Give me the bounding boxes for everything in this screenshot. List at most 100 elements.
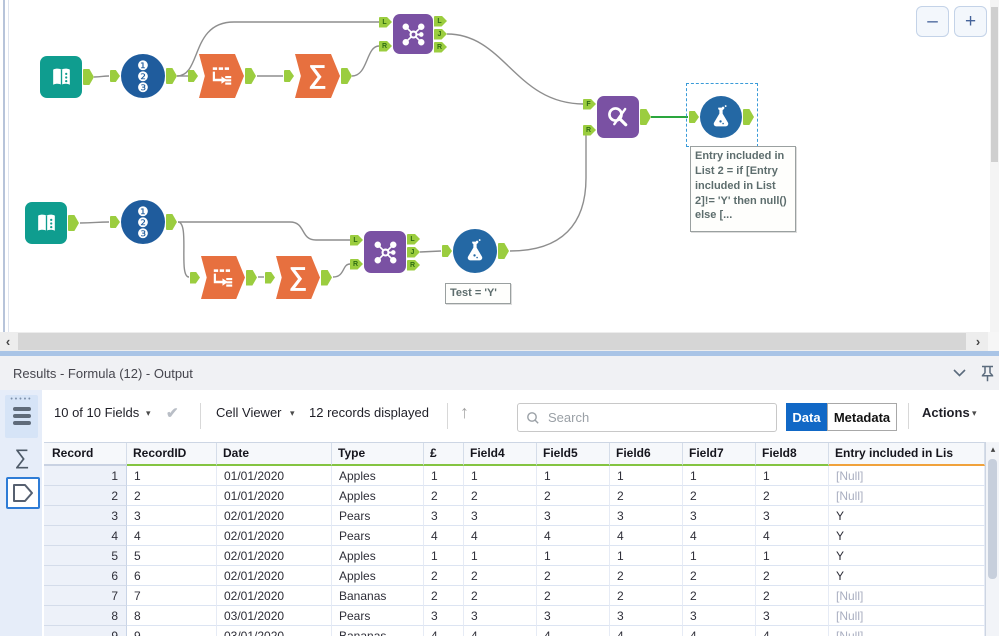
collapse-chevron-icon[interactable] xyxy=(950,364,968,382)
cell-pound: 3 xyxy=(424,506,464,526)
tool-record-id-1[interactable]: ❶❷❸ xyxy=(121,54,165,98)
table-header-row: Record RecordID Date Type £ Field4 Field5 Field… xyxy=(44,442,985,466)
column-header-type[interactable]: Type xyxy=(332,443,424,466)
cell-entry: [Null] xyxy=(829,466,985,486)
cell-field6: 2 xyxy=(610,566,683,586)
tool-formula-test[interactable] xyxy=(453,229,497,273)
cell-field8: 1 xyxy=(756,466,829,486)
scroll-left-arrow[interactable]: ‹ xyxy=(0,332,16,351)
connection-wire xyxy=(446,33,585,105)
caret-down-icon[interactable]: ▾ xyxy=(290,408,295,419)
canvas-horizontal-scrollbar[interactable]: ‹ › xyxy=(0,332,999,351)
workflow-canvas[interactable]: ❶ ❷ ❸ ∑ L R L J R F R ❶ ❷ ❸ ∑ L R L J R Entry included in L… xyxy=(0,0,999,332)
table-row[interactable]: 2 2 01/01/2020 Apples 2 2 2 2 2 2 [Null] xyxy=(44,486,985,506)
annotation-test[interactable]: Test = 'Y' xyxy=(445,283,511,304)
table-row[interactable]: 4 4 02/01/2020 Pears 4 4 4 4 4 4 Y xyxy=(44,526,985,546)
cell-type: Bananas xyxy=(332,626,424,636)
canvas-vertical-scrollbar[interactable] xyxy=(990,0,999,332)
flask-icon xyxy=(713,105,729,127)
cell-entry: Y xyxy=(829,506,985,526)
search-icon xyxy=(527,411,539,424)
column-header-field5[interactable]: Field5 xyxy=(537,443,610,466)
cell-field7: 1 xyxy=(683,546,756,566)
tool-summarize-2[interactable]: ∑ xyxy=(276,256,320,299)
search-input[interactable] xyxy=(546,409,776,426)
cell-entry: Y xyxy=(829,566,985,586)
column-header-date[interactable]: Date xyxy=(217,443,332,466)
table-row[interactable]: 3 3 02/01/2020 Pears 3 3 3 3 3 3 Y xyxy=(44,506,985,526)
output-anchor-button-selected[interactable] xyxy=(6,477,40,509)
cell-field4: 1 xyxy=(464,466,537,486)
tab-data[interactable]: Data xyxy=(786,403,827,431)
cell-type: Pears xyxy=(332,526,424,546)
column-header-entry[interactable]: Entry included in Lis xyxy=(829,443,985,466)
cell-field8: 2 xyxy=(756,566,829,586)
column-header-record[interactable]: Record xyxy=(44,443,127,466)
cell-pound: 2 xyxy=(424,486,464,506)
scrollbar-thumb[interactable] xyxy=(988,459,997,579)
column-header-recordid[interactable]: RecordID xyxy=(127,443,217,466)
tool-input-data-2[interactable] xyxy=(25,202,67,244)
cell-date: 03/01/2020 xyxy=(217,626,332,636)
cell-field5: 4 xyxy=(537,526,610,546)
up-arrow-icon[interactable]: ↑ xyxy=(460,402,469,423)
cell-field7: 2 xyxy=(683,586,756,606)
tool-join-1[interactable] xyxy=(393,14,433,54)
column-header-field7[interactable]: Field7 xyxy=(683,443,756,466)
table-vertical-scrollbar[interactable]: ▴ xyxy=(985,442,999,636)
config-layout-button[interactable]: ••••• xyxy=(5,395,38,438)
cell-recordid: 6 xyxy=(127,566,217,586)
cell-field6: 2 xyxy=(610,586,683,606)
scrollbar-thumb[interactable] xyxy=(18,333,966,350)
caret-down-icon[interactable]: ▾ xyxy=(972,408,977,419)
tool-join-2[interactable] xyxy=(364,231,406,273)
tool-transpose-2[interactable] xyxy=(201,256,245,299)
cell-type: Bananas xyxy=(332,586,424,606)
table-row[interactable]: 1 1 01/01/2020 Apples 1 1 1 1 1 1 [Null] xyxy=(44,466,985,486)
actions-dropdown[interactable]: Actions xyxy=(922,405,970,420)
caret-down-icon[interactable]: ▾ xyxy=(146,408,151,419)
cell-field5: 1 xyxy=(537,466,610,486)
apply-check-icon[interactable]: ✔ xyxy=(166,404,179,422)
results-left-rail: ••••• ∑ xyxy=(0,390,44,636)
cell-record: 7 xyxy=(44,586,127,606)
cell-field8: 3 xyxy=(756,606,829,626)
column-header-field6[interactable]: Field6 xyxy=(610,443,683,466)
cell-type: Apples xyxy=(332,486,424,506)
results-table[interactable]: Record RecordID Date Type £ Field4 Field5 Field… xyxy=(44,442,985,636)
input-anchor-button[interactable]: ∑ xyxy=(6,443,38,473)
column-header-field4[interactable]: Field4 xyxy=(464,443,537,466)
table-row[interactable]: 7 7 02/01/2020 Bananas 2 2 2 2 2 2 [Null] xyxy=(44,586,985,606)
tool-find-replace-1[interactable] xyxy=(597,96,639,138)
table-row[interactable]: 6 6 02/01/2020 Apples 2 2 2 2 2 2 Y xyxy=(44,566,985,586)
table-row[interactable]: 8 8 03/01/2020 Pears 3 3 3 3 3 3 [Null] xyxy=(44,606,985,626)
transpose-icon xyxy=(212,67,231,85)
tab-metadata[interactable]: Metadata xyxy=(827,403,897,431)
zoom-out-button[interactable]: – xyxy=(916,6,949,37)
table-row[interactable]: 5 5 02/01/2020 Apples 1 1 1 1 1 1 Y xyxy=(44,546,985,566)
zoom-in-button[interactable]: + xyxy=(954,6,987,37)
column-header-pound[interactable]: £ xyxy=(424,443,464,466)
scrollbar-thumb[interactable] xyxy=(991,7,998,162)
tool-transpose-1[interactable] xyxy=(199,54,244,98)
scroll-right-arrow[interactable]: › xyxy=(970,332,986,351)
column-header-field8[interactable]: Field8 xyxy=(756,443,829,466)
transpose-icon xyxy=(213,268,233,287)
record-id-icon: ❶❷❸ xyxy=(137,57,149,95)
toolbar-separator xyxy=(200,403,201,429)
scroll-up-arrow[interactable]: ▴ xyxy=(986,444,999,455)
tool-summarize-1[interactable]: ∑ xyxy=(295,54,340,98)
tool-input-data-1[interactable] xyxy=(40,56,82,98)
tool-formula-output[interactable] xyxy=(700,96,742,138)
cell-pound: 4 xyxy=(424,626,464,636)
table-row[interactable]: 9 9 03/01/2020 Bananas 4 4 4 4 4 4 [Null] xyxy=(44,626,985,636)
pin-icon[interactable] xyxy=(978,364,996,382)
annotation-formula-output[interactable]: Entry included in List 2 = if [Entry inc… xyxy=(690,146,796,232)
cell-viewer-dropdown[interactable]: Cell Viewer xyxy=(216,405,282,420)
search-box[interactable] xyxy=(517,403,777,432)
tool-record-id-2[interactable]: ❶❷❸ xyxy=(121,200,165,244)
cell-entry: [Null] xyxy=(829,586,985,606)
cell-field6: 1 xyxy=(610,466,683,486)
connection-wire xyxy=(509,132,587,252)
fields-dropdown[interactable]: 10 of 10 Fields xyxy=(54,405,139,420)
